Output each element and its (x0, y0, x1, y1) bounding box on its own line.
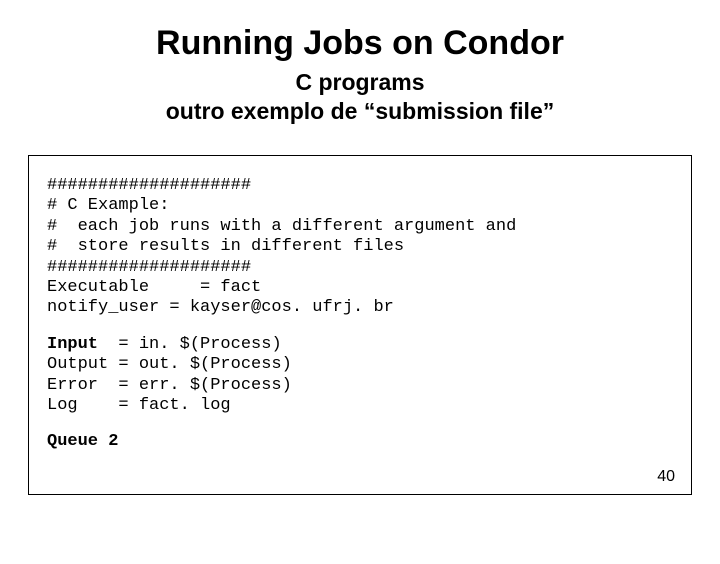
code-header-block: #################### # C Example: # each… (47, 176, 673, 319)
page-number: 40 (657, 468, 675, 486)
slide-subtitle-2: outro exemplo de “submission file” (0, 98, 720, 125)
code-io-lines: Output = out. $(Process) Error = err. $(… (47, 355, 292, 415)
code-input-rest: = in. $(Process) (98, 335, 282, 354)
code-io-block: Input = in. $(Process) Output = out. $(P… (47, 335, 673, 417)
slide-subtitle-1: C programs (0, 69, 720, 96)
slide-title: Running Jobs on Condor (0, 24, 720, 63)
code-queue-line: Queue 2 (47, 432, 673, 452)
code-container: #################### # C Example: # each… (28, 155, 692, 495)
code-input-label: Input (47, 335, 98, 354)
